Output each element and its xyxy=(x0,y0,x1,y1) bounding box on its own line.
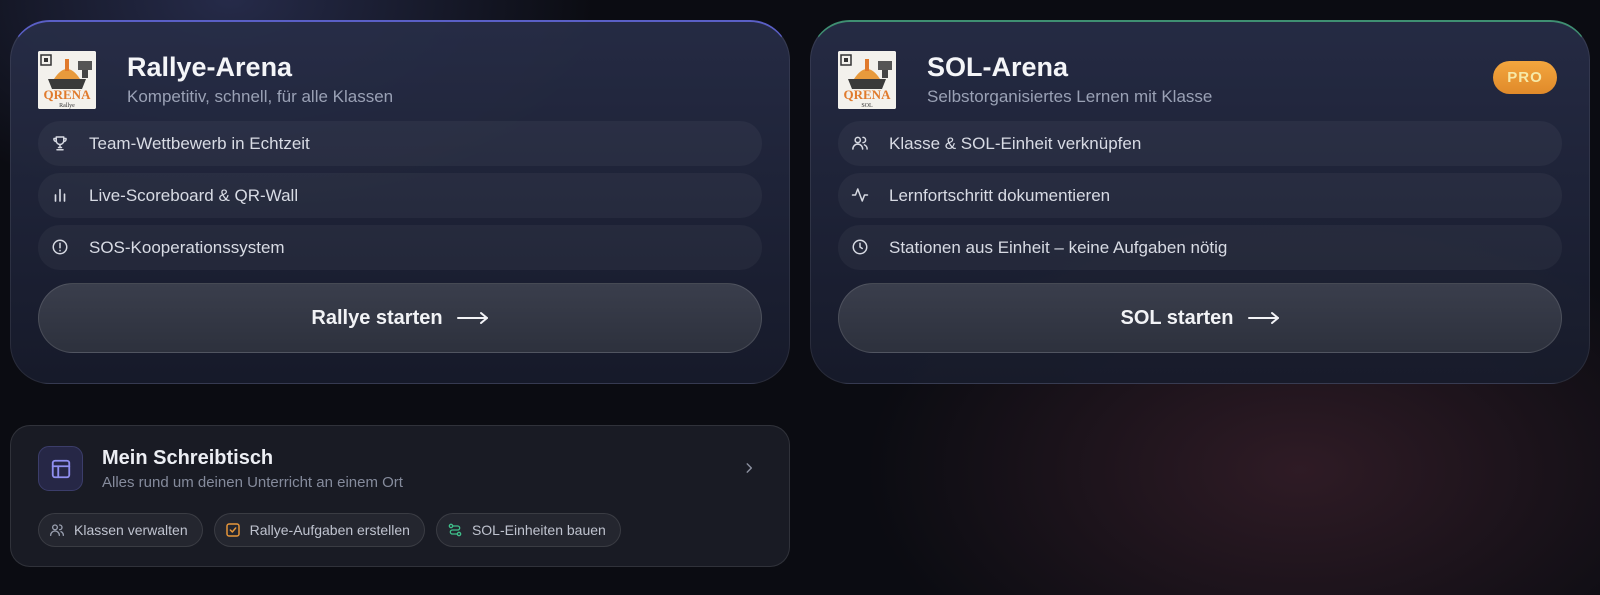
bar-chart-icon xyxy=(50,185,70,205)
activity-icon xyxy=(850,185,870,205)
chip-sol-einheiten[interactable]: SOL-Einheiten bauen xyxy=(435,513,621,547)
feature-item: Team-Wettbewerb in Echtzeit xyxy=(38,121,762,166)
sol-feature-list: Klasse & SOL-Einheit verknüpfen Lernfort… xyxy=(838,121,1562,277)
alert-circle-icon xyxy=(50,237,70,257)
trophy-icon xyxy=(50,133,70,153)
svg-text:SOL: SOL xyxy=(861,103,873,109)
rallye-header: QRENA Rallye Rallye-Arena Kompetitiv, sc… xyxy=(38,51,762,111)
svg-text:QRENA: QRENA xyxy=(44,87,92,102)
clock-icon xyxy=(850,237,870,257)
arrow-right-icon xyxy=(1247,311,1280,325)
feature-label: Live-Scoreboard & QR-Wall xyxy=(89,186,299,205)
users-icon xyxy=(850,133,870,153)
chip-label: Klassen verwalten xyxy=(74,522,188,538)
arrow-right-icon xyxy=(456,311,489,325)
checkbox-icon xyxy=(225,522,241,538)
svg-text:QRENA: QRENA xyxy=(844,87,892,102)
svg-text:Rallye: Rallye xyxy=(59,103,75,109)
chip-rallye-aufgaben[interactable]: Rallye-Aufgaben erstellen xyxy=(213,513,425,547)
rallye-subtitle: Kompetitiv, schnell, für alle Klassen xyxy=(127,87,394,106)
feature-item: SOS-Kooperationssystem xyxy=(38,225,762,270)
chip-klassen-verwalten[interactable]: Klassen verwalten xyxy=(38,513,203,547)
route-icon xyxy=(447,522,463,538)
rallye-start-button[interactable]: Rallye starten xyxy=(38,283,762,353)
rallye-start-label: Rallye starten xyxy=(311,306,443,329)
sol-subtitle: Selbstorganisiertes Lernen mit Klasse xyxy=(927,87,1213,106)
feature-item: Live-Scoreboard & QR-Wall xyxy=(38,173,762,218)
sol-start-button[interactable]: SOL starten xyxy=(838,283,1562,353)
sol-logo: QRENA SOL xyxy=(838,51,896,109)
feature-label: Team-Wettbewerb in Echtzeit xyxy=(89,134,310,153)
feature-item: Klasse & SOL-Einheit verknüpfen xyxy=(838,121,1562,166)
feature-item: Stationen aus Einheit – keine Aufgaben n… xyxy=(838,225,1562,270)
feature-label: Klasse & SOL-Einheit verknüpfen xyxy=(889,134,1142,153)
sol-arena-card: QRENA SOL SOL-Arena Selbstorganisiertes … xyxy=(810,20,1590,384)
desk-quick-actions: Klassen verwalten Rallye-Aufgaben erstel… xyxy=(38,513,632,547)
feature-label: Lernfortschritt dokumentieren xyxy=(889,186,1111,205)
rallye-arena-card: QRENA Rallye Rallye-Arena Kompetitiv, sc… xyxy=(10,20,790,384)
layout-icon xyxy=(38,446,83,491)
sol-header: QRENA SOL SOL-Arena Selbstorganisiertes … xyxy=(838,51,1562,111)
rallye-title: Rallye-Arena xyxy=(127,52,293,82)
chip-label: Rallye-Aufgaben erstellen xyxy=(249,522,410,538)
desk-title: Mein Schreibtisch xyxy=(102,447,274,469)
desk-subtitle: Alles rund um deinen Unterricht an einem… xyxy=(102,474,403,491)
chip-label: SOL-Einheiten bauen xyxy=(471,522,606,538)
sol-title: SOL-Arena xyxy=(927,52,1069,82)
feature-label: Stationen aus Einheit – keine Aufgaben n… xyxy=(889,238,1228,257)
rallye-feature-list: Team-Wettbewerb in Echtzeit Live-Scorebo… xyxy=(38,121,762,277)
rallye-logo: QRENA Rallye xyxy=(38,51,96,109)
feature-label: SOS-Kooperationssystem xyxy=(89,238,285,257)
pro-badge: PRO xyxy=(1493,61,1557,94)
feature-item: Lernfortschritt dokumentieren xyxy=(838,173,1562,218)
users-icon xyxy=(49,522,65,538)
desk-panel[interactable]: Mein Schreibtisch Alles rund um deinen U… xyxy=(10,425,790,567)
chevron-right-icon[interactable] xyxy=(739,458,759,478)
sol-start-label: SOL starten xyxy=(1120,306,1234,329)
